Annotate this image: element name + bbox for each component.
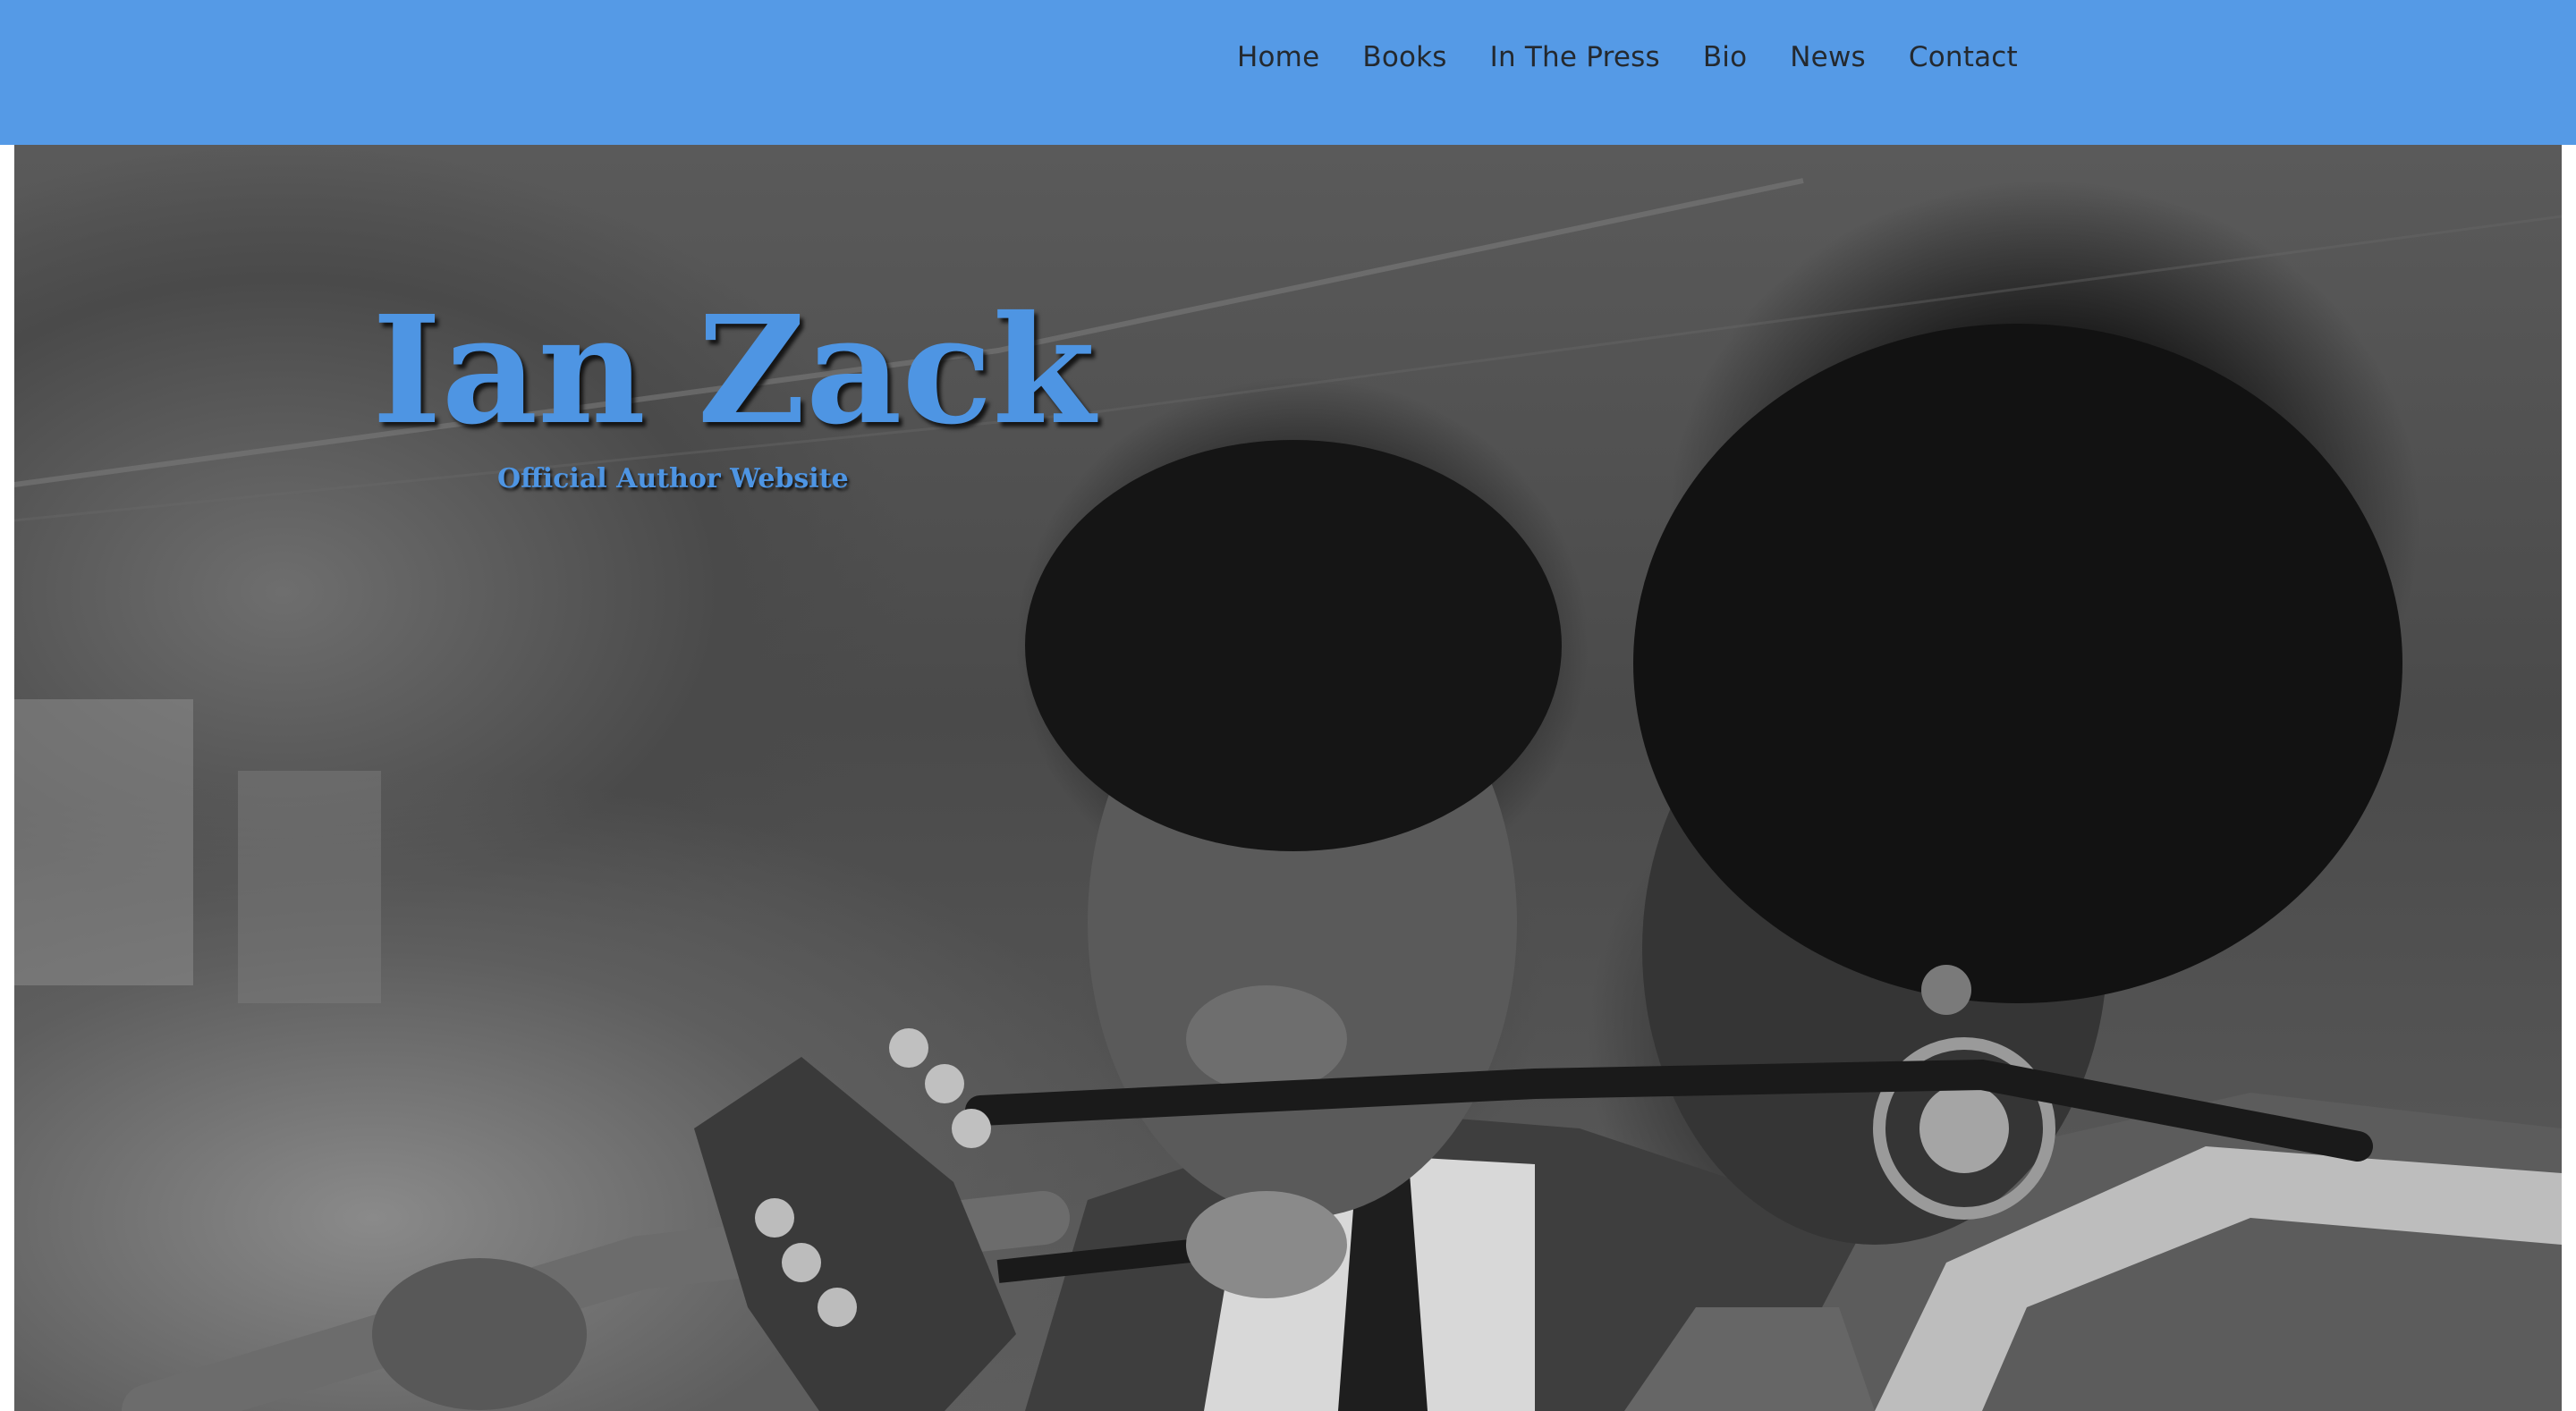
nav-in-the-press[interactable]: In The Press — [1490, 41, 1660, 73]
site-title: Ian Zack — [372, 283, 1096, 458]
site-subtitle: Official Author Website — [497, 463, 849, 494]
nav-bio[interactable]: Bio — [1703, 41, 1747, 73]
nav-news[interactable]: News — [1790, 41, 1866, 73]
site-header: Home Books In The Press Bio News Contact — [0, 0, 2576, 145]
nav-contact[interactable]: Contact — [1909, 41, 2018, 73]
hero-banner: Ian Zack Official Author Website — [14, 145, 2562, 1411]
nav-books[interactable]: Books — [1362, 41, 1446, 73]
main-nav: Home Books In The Press Bio News Contact — [1237, 0, 2061, 114]
nav-home[interactable]: Home — [1237, 41, 1319, 73]
